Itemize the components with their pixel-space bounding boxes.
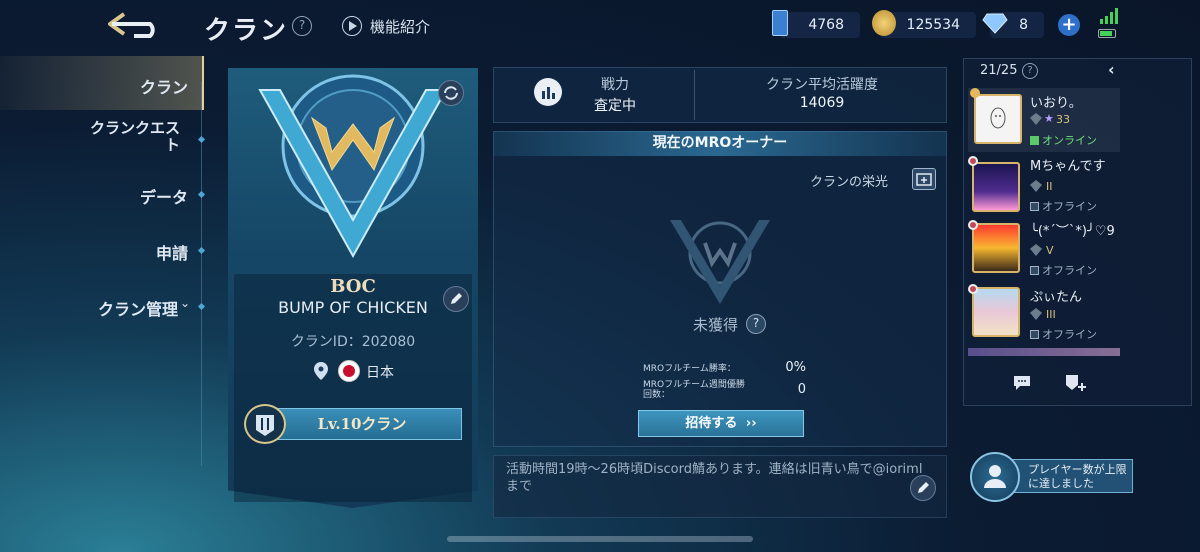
member-rank: V — [1046, 244, 1054, 257]
power-label: 戦力 — [601, 77, 629, 93]
refresh-icon — [444, 86, 458, 100]
badge-icon — [968, 220, 978, 230]
clan-honor-link[interactable]: クランの栄光 — [810, 171, 888, 190]
chat-button[interactable] — [1012, 374, 1032, 396]
member-status-text: オフライン — [1042, 328, 1097, 341]
clan-notice-text: 活動時間19時〜26時頃Discord鯖あります。連絡は旧青い鳥で@ioriml… — [506, 462, 923, 494]
refresh-button[interactable] — [438, 80, 464, 106]
back-arrow-icon — [108, 12, 155, 38]
mro-emblem-icon — [665, 208, 775, 312]
member-avatar[interactable] — [972, 162, 1020, 212]
collapse-panel-icon[interactable]: ‹ — [1108, 60, 1115, 79]
clan-country: 日本 — [366, 365, 394, 381]
member-name: ╰(*´︶`*)╯♡9 — [1030, 224, 1115, 239]
add-diamond-button[interactable]: + — [1058, 14, 1080, 36]
location-pin-icon — [314, 362, 328, 384]
gold-coin-icon — [872, 10, 896, 36]
sidebar-item-clan-quest[interactable]: クランクエスト — [0, 120, 192, 154]
sidebar-item-data[interactable]: データ — [0, 184, 200, 208]
member-count: 21/25 — [980, 63, 1018, 78]
add-member-button[interactable] — [1064, 373, 1088, 397]
member-name: Mちゃんです — [1030, 159, 1106, 174]
ticket-balance: 4768 — [780, 12, 860, 38]
chat-icon — [1014, 376, 1030, 390]
member-rank: II — [1046, 180, 1053, 193]
member-status: オフライン — [1030, 326, 1097, 342]
shield-add-icon — [1066, 375, 1086, 391]
badge-icon — [968, 156, 978, 166]
mro-help-icon[interactable]: ? — [746, 314, 766, 334]
weekly-wins-label: MROフルチーム週間優勝回数： — [643, 380, 745, 400]
member-status-text: オフライン — [1042, 264, 1097, 277]
weekly-wins-value: 0 — [797, 382, 806, 397]
player-limit-icon — [970, 452, 1020, 502]
help-icon[interactable]: ? — [292, 16, 312, 36]
status-check-icon — [1030, 136, 1039, 145]
sidebar-item-clan[interactable]: クラン — [0, 74, 200, 98]
member-rank: III — [1046, 308, 1056, 321]
member-status: オンライン — [1030, 132, 1097, 148]
clan-tag: BOC — [330, 276, 376, 297]
activity-label: クラン平均活躍度 — [766, 77, 878, 93]
badge-icon — [968, 284, 978, 294]
crown-icon — [970, 88, 980, 98]
clan-emblem — [250, 70, 456, 264]
pencil-icon — [451, 293, 462, 304]
member-avatar[interactable] — [974, 94, 1022, 144]
clan-level-badge-icon — [244, 404, 286, 444]
battery-icon — [1098, 29, 1116, 38]
ticket-icon — [772, 10, 788, 36]
member-rank: 33 — [1056, 113, 1070, 126]
invite-button[interactable]: 招待する ›› — [638, 410, 804, 437]
play-icon[interactable] — [342, 16, 362, 36]
clan-level-button[interactable]: Lv.10クラン — [262, 408, 462, 440]
member-name: いおり。 — [1030, 96, 1082, 111]
invite-label: 招待する — [685, 416, 738, 431]
member-status: オフライン — [1030, 198, 1097, 214]
pencil-icon — [918, 482, 929, 493]
stats-divider — [694, 70, 695, 120]
double-chevron-icon: ›› — [745, 416, 757, 431]
feature-intro-link[interactable]: 機能紹介 — [370, 16, 430, 37]
member-status-text: オンライン — [1042, 134, 1097, 147]
status-check-icon — [1030, 266, 1039, 275]
sidebar-item-requests[interactable]: 申請 — [0, 240, 200, 264]
home-indicator — [447, 536, 753, 542]
member-status-text: オフライン — [1042, 200, 1097, 213]
clan-name: BUMP OF CHICKEN — [278, 298, 428, 317]
diamond-icon — [982, 12, 1008, 38]
mro-header: 現在のMROオーナー — [493, 131, 947, 156]
nav-marker — [197, 135, 206, 144]
member-help-icon[interactable]: ? — [1022, 63, 1038, 79]
member-full-notice: プレイヤー数が上限に達しました — [1005, 459, 1133, 493]
chart-icon — [534, 78, 562, 106]
activity-value: 14069 — [799, 95, 845, 111]
member-name: ぷぃたん — [1030, 290, 1083, 305]
member-full-text: プレイヤー数が上限に達しました — [1028, 463, 1127, 490]
member-avatar[interactable] — [972, 223, 1020, 273]
winrate-value: 0% — [785, 360, 806, 375]
signal-icon — [1100, 8, 1118, 28]
edit-notice-button[interactable] — [910, 475, 936, 501]
star-icon: ★ — [1044, 112, 1054, 125]
chevron-down-icon: ⌄ — [180, 296, 191, 310]
back-button[interactable] — [104, 10, 162, 40]
power-value: 査定中 — [594, 98, 636, 114]
mro-status: 未獲得 — [693, 316, 739, 334]
calendar-icon[interactable] — [912, 168, 936, 190]
clan-notice: 活動時間19時〜26時頃Discord鯖あります。連絡は旧青い鳥で@ioriml… — [493, 455, 947, 518]
page-title: クラン — [204, 16, 289, 46]
member-status: オフライン — [1030, 262, 1097, 278]
sidebar-item-clan-management[interactable]: クラン管理 — [0, 296, 200, 320]
edit-clan-name-button[interactable] — [443, 286, 469, 312]
winrate-label: MROフルチーム勝率： — [643, 364, 736, 374]
member-row-partial — [968, 348, 1120, 356]
status-check-icon — [1030, 202, 1039, 211]
status-check-icon — [1030, 330, 1039, 339]
japan-flag-icon — [338, 360, 360, 382]
clan-id: クランID：202080 — [290, 334, 416, 350]
member-avatar[interactable] — [972, 287, 1020, 337]
